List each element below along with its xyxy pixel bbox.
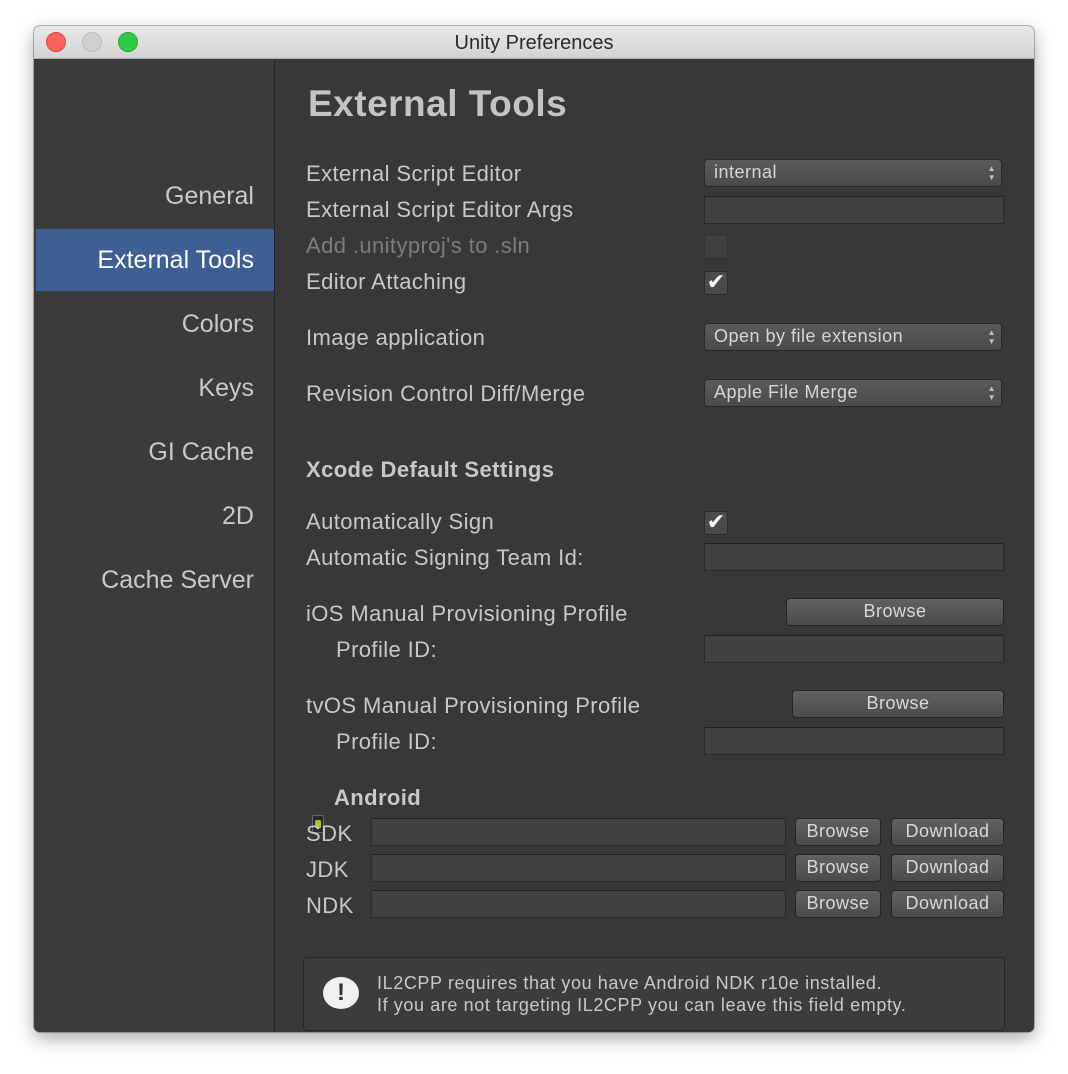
ios-profile-browse-button[interactable]: Browse: [786, 598, 1004, 626]
popup-arrows-icon: ▲ ▼: [987, 384, 996, 402]
sidebar-item-colors[interactable]: Colors: [36, 293, 274, 355]
window-title: Unity Preferences: [454, 32, 614, 54]
revision-control-dropdown[interactable]: Apple File Merge ▲ ▼: [704, 379, 1002, 407]
editor-attaching-label: Editor Attaching: [306, 269, 467, 294]
image-application-value: Open by file extension: [714, 326, 904, 346]
revision-control-label: Revision Control Diff/Merge: [306, 381, 586, 406]
ndk-label: NDK: [306, 893, 354, 918]
sdk-path-field[interactable]: [371, 818, 786, 846]
ios-profile-id-field[interactable]: [704, 635, 1004, 663]
main-panel: External Tools External Script Editor in…: [275, 59, 1034, 1032]
script-editor-dropdown[interactable]: internal ▲ ▼: [704, 159, 1002, 187]
popup-arrows-icon: ▲ ▼: [987, 328, 996, 346]
il2cpp-info-box: ! IL2CPP requires that you have Android …: [303, 957, 1005, 1031]
ios-profile-id-label: Profile ID:: [336, 637, 437, 662]
auto-sign-checkbox[interactable]: ✔: [704, 511, 728, 535]
sidebar-item-keys[interactable]: Keys: [36, 357, 274, 419]
title-bar: Unity Preferences: [34, 26, 1034, 59]
page-title: External Tools: [308, 83, 568, 124]
sdk-browse-button[interactable]: Browse: [795, 818, 881, 846]
auto-sign-label: Automatically Sign: [306, 509, 495, 534]
jdk-browse-button[interactable]: Browse: [795, 854, 881, 882]
jdk-label: JDK: [306, 857, 349, 882]
info-exclamation-icon: !: [323, 977, 359, 1009]
jdk-path-field[interactable]: [371, 854, 786, 882]
sdk-label: SDK: [306, 821, 353, 846]
team-id-field[interactable]: [704, 543, 1004, 571]
script-editor-label: External Script Editor: [306, 161, 522, 186]
sdk-download-button[interactable]: Download: [891, 818, 1004, 846]
tvos-profile-label: tvOS Manual Provisioning Profile: [306, 693, 641, 718]
revision-control-value: Apple File Merge: [714, 382, 859, 402]
script-editor-value: internal: [714, 162, 778, 182]
jdk-download-button[interactable]: Download: [891, 854, 1004, 882]
editor-attaching-checkbox[interactable]: ✔: [704, 271, 728, 295]
tvos-profile-id-field[interactable]: [704, 727, 1004, 755]
info-line-2: If you are not targeting IL2CPP you can …: [377, 995, 907, 1015]
image-application-dropdown[interactable]: Open by file extension ▲ ▼: [704, 323, 1002, 351]
preferences-window: Unity Preferences General External Tools…: [34, 26, 1034, 1032]
sidebar-item-2d[interactable]: 2D: [36, 485, 274, 547]
ndk-download-button[interactable]: Download: [891, 890, 1004, 918]
android-section-heading: Android: [334, 785, 422, 810]
add-unityproj-label: Add .unityproj's to .sln: [306, 233, 531, 258]
sidebar-item-external-tools[interactable]: External Tools: [36, 229, 274, 291]
image-application-label: Image application: [306, 325, 486, 350]
ndk-browse-button[interactable]: Browse: [795, 890, 881, 918]
tvos-profile-id-label: Profile ID:: [336, 729, 437, 754]
script-editor-args-label: External Script Editor Args: [306, 197, 574, 222]
popup-arrows-icon: ▲ ▼: [987, 164, 996, 182]
xcode-section-heading: Xcode Default Settings: [306, 457, 555, 482]
tvos-profile-browse-button[interactable]: Browse: [792, 690, 1004, 718]
sidebar-item-gi-cache[interactable]: GI Cache: [36, 421, 274, 483]
ios-profile-label: iOS Manual Provisioning Profile: [306, 601, 628, 626]
info-line-1: IL2CPP requires that you have Android ND…: [377, 973, 883, 993]
ndk-path-field[interactable]: [371, 890, 786, 918]
sidebar-item-general[interactable]: General: [36, 165, 274, 227]
sidebar-item-cache-server[interactable]: Cache Server: [36, 549, 274, 611]
add-unityproj-checkbox[interactable]: [704, 235, 728, 259]
sidebar: General External Tools Colors Keys GI Ca…: [34, 59, 275, 1032]
team-id-label: Automatic Signing Team Id:: [306, 545, 584, 570]
script-editor-args-field[interactable]: [704, 196, 1004, 224]
